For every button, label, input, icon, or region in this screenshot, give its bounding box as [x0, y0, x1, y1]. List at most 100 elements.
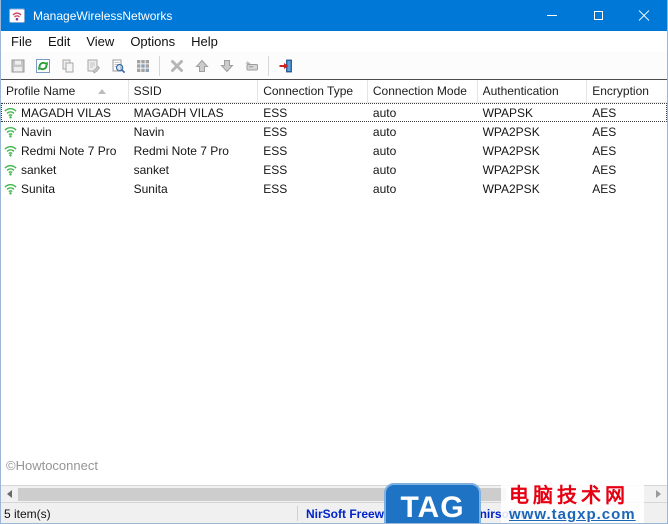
move-down-icon [219, 59, 234, 72]
table-row[interactable]: MAGADH VILAS MAGADH VILAS ESS auto WPAPS… [1, 103, 667, 122]
site-url: www.tagxp.com [509, 506, 636, 523]
column-label: Profile Name [6, 84, 76, 98]
cell-encryption: AES [592, 181, 617, 196]
column-header-encryption[interactable]: Encryption [587, 80, 667, 102]
cell-connection-type: ESS [263, 162, 288, 177]
move-up-button[interactable] [189, 54, 214, 78]
exit-icon [279, 59, 292, 72]
scroll-right-button[interactable] [650, 486, 667, 502]
save-button[interactable] [5, 54, 30, 78]
sort-ascending-icon [98, 89, 106, 94]
cell-connection-type: ESS [263, 105, 288, 120]
cell-ssid: sanket [133, 162, 169, 177]
cell-ssid: MAGADH VILAS [133, 105, 224, 120]
menu-view[interactable]: View [78, 31, 122, 52]
maximize-icon [593, 11, 603, 20]
cell-connection-mode: auto [372, 143, 397, 158]
cell-connection-mode: auto [372, 105, 397, 120]
menu-help[interactable]: Help [183, 31, 226, 52]
refresh-icon [35, 58, 50, 73]
cell-connection-mode: auto [372, 181, 397, 196]
delete-icon [170, 59, 183, 72]
menu-bar: File Edit View Options Help [1, 31, 667, 52]
save-icon [11, 59, 24, 72]
column-label: Connection Mode [372, 84, 467, 98]
cell-ssid: Navin [133, 124, 165, 139]
site-watermark-text: 电脑技术网 www.tagxp.com [501, 483, 644, 523]
html-report-button[interactable] [130, 54, 155, 78]
site-name: 电脑技术网 [509, 485, 629, 507]
table-row[interactable]: Navin Navin ESS auto WPA2PSK AES [1, 122, 667, 141]
advanced-options-button[interactable] [239, 54, 264, 78]
toolbar-separator [268, 55, 269, 76]
column-header-authentication[interactable]: Authentication [478, 80, 588, 102]
move-down-button[interactable] [214, 54, 239, 78]
chevron-right-icon [656, 490, 661, 498]
maximize-button[interactable] [575, 0, 621, 31]
menu-file[interactable]: File [3, 31, 40, 52]
cell-connection-type: ESS [263, 143, 288, 158]
menu-options[interactable]: Options [122, 31, 183, 52]
table-row[interactable]: sanket sanket ESS auto WPA2PSK AES [1, 160, 667, 179]
list-header: Profile Name SSID Connection Type Connec… [1, 80, 667, 103]
cell-authentication: WPA2PSK [482, 181, 540, 196]
cell-connection-type: ESS [263, 181, 288, 196]
minimize-button[interactable] [529, 0, 575, 31]
wifi-icon [3, 106, 18, 119]
html-report-icon [136, 59, 149, 72]
wifi-icon [3, 144, 18, 157]
menu-edit[interactable]: Edit [40, 31, 78, 52]
window-title: ManageWirelessNetworks [33, 8, 173, 23]
find-button[interactable] [105, 54, 130, 78]
table-row[interactable]: Redmi Note 7 Pro Redmi Note 7 Pro ESS au… [1, 141, 667, 160]
cell-connection-mode: auto [372, 124, 397, 139]
tag-logo: TAG [384, 483, 481, 523]
column-header-profile-name[interactable]: Profile Name [1, 80, 129, 102]
close-icon [638, 10, 650, 22]
table-row[interactable]: Sunita Sunita ESS auto WPA2PSK AES [1, 179, 667, 198]
exit-button[interactable] [273, 54, 298, 78]
cell-encryption: AES [592, 124, 617, 139]
column-header-ssid[interactable]: SSID [129, 80, 259, 102]
wifi-icon [3, 182, 18, 195]
cell-profile-name: MAGADH VILAS [21, 105, 112, 120]
properties-button[interactable] [80, 54, 105, 78]
cell-profile-name: Navin [21, 124, 52, 139]
statusbar-separator [297, 506, 298, 521]
column-label: SSID [133, 84, 162, 98]
close-button[interactable] [621, 0, 667, 31]
window-controls [529, 0, 667, 31]
wifi-icon [3, 125, 18, 138]
cell-profile-name: sanket [21, 162, 57, 177]
wireless-networks-list: Profile Name SSID Connection Type Connec… [1, 80, 667, 485]
cell-encryption: AES [592, 105, 617, 120]
wifi-icon [3, 163, 18, 176]
scroll-left-button[interactable] [1, 486, 18, 502]
site-watermark: TAG 电脑技术网 www.tagxp.com [384, 483, 644, 523]
column-header-connection-mode[interactable]: Connection Mode [368, 80, 478, 102]
find-icon [112, 59, 125, 73]
copy-button[interactable] [55, 54, 80, 78]
minimize-icon [547, 15, 557, 16]
column-label: Authentication [482, 84, 559, 98]
item-count: 5 item(s) [4, 507, 51, 521]
column-header-connection-type[interactable]: Connection Type [258, 80, 368, 102]
chevron-left-icon [7, 490, 12, 498]
app-window: ManageWirelessNetworks File Edit View Op… [0, 0, 668, 524]
cell-authentication: WPAPSK [482, 105, 534, 120]
app-icon [9, 8, 25, 24]
delete-button[interactable] [164, 54, 189, 78]
move-up-icon [194, 59, 209, 72]
copy-icon [62, 59, 73, 72]
cell-authentication: WPA2PSK [482, 162, 540, 177]
column-label: Encryption [592, 84, 649, 98]
properties-icon [87, 59, 100, 73]
howtoconnect-watermark: ©Howtoconnect [6, 458, 98, 473]
toolbar-separator [159, 55, 160, 76]
cell-profile-name: Sunita [21, 181, 56, 196]
toolbar [1, 52, 667, 80]
refresh-button[interactable] [30, 54, 55, 78]
column-label: Connection Type [263, 84, 354, 98]
cell-encryption: AES [592, 143, 617, 158]
cell-authentication: WPA2PSK [482, 143, 540, 158]
